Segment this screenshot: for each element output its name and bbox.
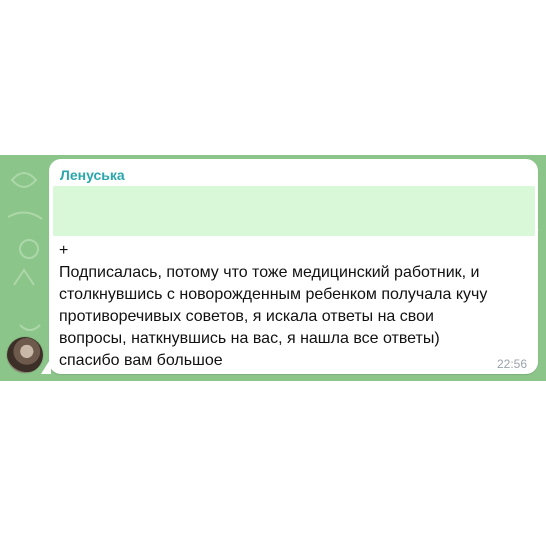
message-text: + Подписалась, потому что тоже медицинск… <box>59 242 488 369</box>
quoted-message-area[interactable] <box>53 186 535 236</box>
user-avatar-icon[interactable] <box>7 337 43 373</box>
message-bubble-tail <box>41 358 51 374</box>
message-timestamp: 22:56 <box>497 357 528 371</box>
sender-name[interactable]: Ленуська <box>60 167 125 183</box>
